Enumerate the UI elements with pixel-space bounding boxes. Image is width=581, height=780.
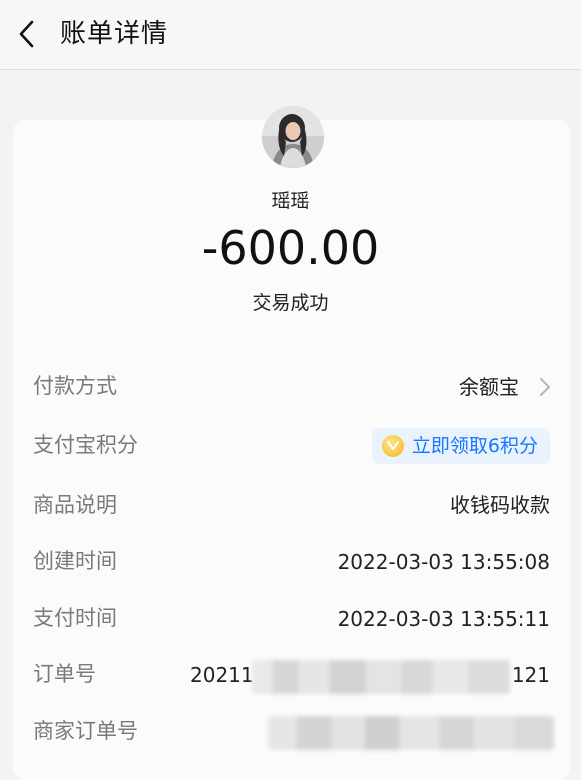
- page-title: 账单详情: [60, 19, 169, 49]
- back-button[interactable]: [8, 14, 44, 54]
- merchant-order-redacted: [268, 716, 554, 750]
- description-value: 收钱码收款: [450, 493, 550, 517]
- coin-icon: [381, 435, 404, 457]
- order-number-suffix[interactable]: 121: [512, 660, 550, 690]
- top-bar: 账单详情: [0, 0, 581, 70]
- paid-time-value: 2022-03-03 13:55:11: [337, 607, 550, 631]
- paid-time-label: 支付时间: [33, 606, 117, 630]
- chevron-left-icon: [19, 20, 34, 48]
- payee-name: 瑶瑶: [271, 190, 310, 212]
- created-time-value: 2022-03-03 13:55:08: [337, 550, 550, 574]
- avatar-image: [262, 106, 324, 168]
- avatar[interactable]: [262, 106, 324, 168]
- transaction-amount: -600.00: [201, 221, 380, 275]
- order-number-redacted: [252, 660, 510, 694]
- order-number-label: 订单号: [33, 662, 96, 686]
- chevron-right-icon[interactable]: [537, 375, 553, 399]
- points-label: 支付宝积分: [33, 433, 138, 457]
- payment-method-value[interactable]: 余额宝: [459, 372, 519, 402]
- claim-points-button[interactable]: 立即领取6积分: [371, 428, 550, 464]
- claim-points-label: 立即领取6积分: [411, 435, 538, 457]
- payment-method-label: 付款方式: [33, 374, 117, 398]
- transaction-status: 交易成功: [252, 292, 329, 314]
- order-number-prefix[interactable]: 20211: [190, 660, 254, 690]
- merchant-order-label: 商家订单号: [33, 719, 138, 743]
- description-label: 商品说明: [33, 493, 117, 517]
- created-time-label: 创建时间: [33, 549, 117, 573]
